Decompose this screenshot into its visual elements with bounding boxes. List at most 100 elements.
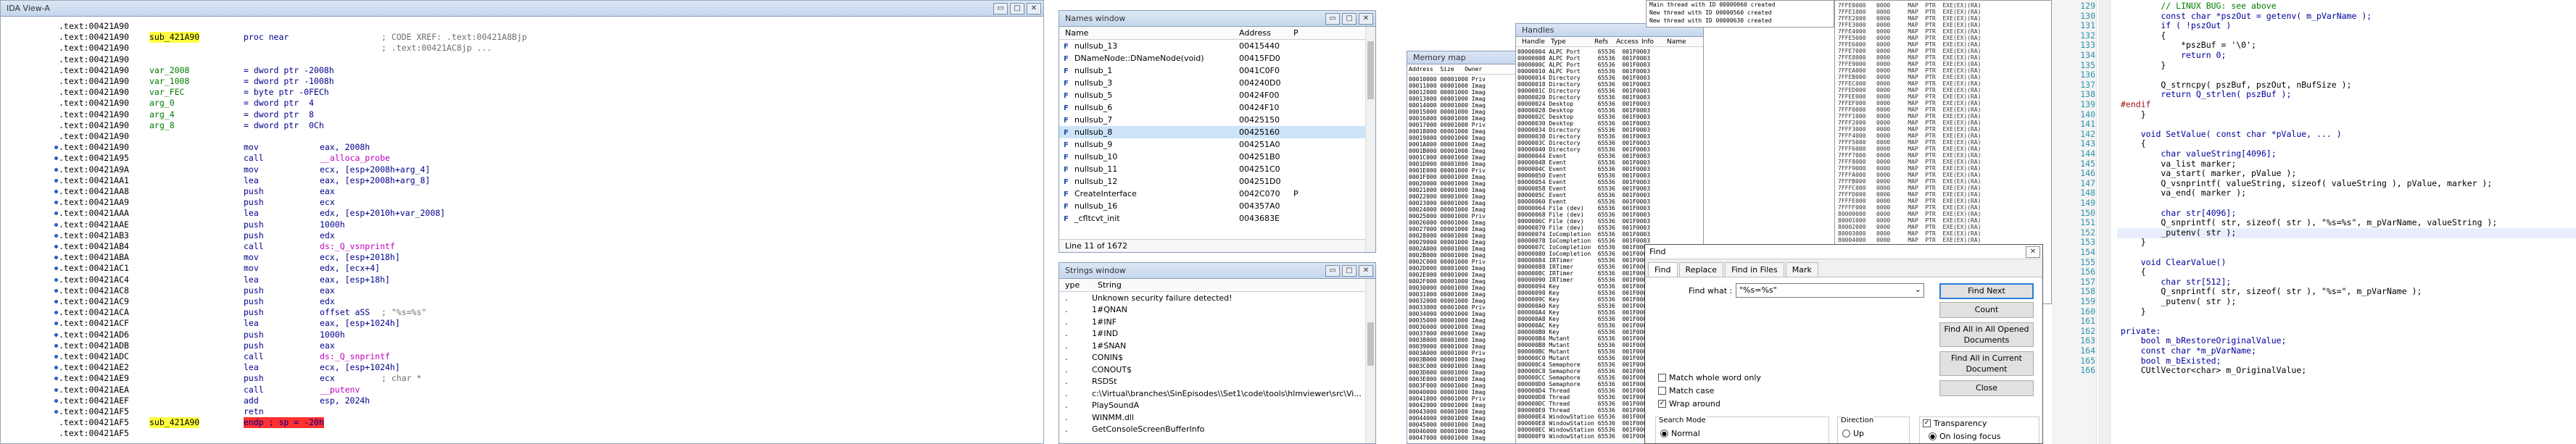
asm-operand[interactable]: 1000h [320, 219, 345, 230]
strings-row[interactable]: . GetConsoleScreenBufferInfo [1059, 424, 1375, 436]
strings-row[interactable]: . RSDSt [1059, 376, 1375, 388]
names-row[interactable]: Fnullsub_10 004251B0 [1059, 151, 1375, 163]
handles-col-info[interactable]: Info [1636, 38, 1661, 46]
strings-row[interactable]: . 1#SNAN [1059, 340, 1375, 352]
code-line[interactable]: va_start( marker, pValue ); [2121, 169, 2296, 179]
asm-label[interactable]: arg_8 [149, 120, 175, 131]
transparency-losing-focus-radio[interactable]: ● On losing focus [1929, 432, 2001, 441]
asm-operand[interactable]: edx [320, 230, 335, 241]
code-line[interactable]: bool m_bExisted; [2121, 356, 2221, 366]
asm-label[interactable]: var_2008 [149, 65, 189, 76]
asm-operand[interactable]: eax, [esp+18h] [320, 275, 390, 285]
close-button[interactable]: Close [1939, 380, 2034, 396]
strings-scrollbar[interactable] [1365, 279, 1375, 443]
names-row[interactable]: F _cfltcvt_init 0043683E [1059, 212, 1375, 225]
asm-label[interactable]: sub_421A90 [149, 417, 200, 429]
close-icon[interactable]: ✕ [1359, 12, 1373, 25]
search-mode-normal-radio[interactable]: ● Normal [1660, 429, 1700, 438]
code-editor[interactable]: 129 // LINUX BUG: see above 130 const cha… [2052, 0, 2576, 444]
maximize-icon[interactable]: □ [1342, 264, 1357, 277]
transparency-checkbox[interactable]: ✓ Transparency [1923, 419, 1987, 428]
strings-row[interactable]: . 1#IND [1059, 328, 1375, 340]
handles-col-name[interactable]: Name [1661, 38, 1686, 46]
code-line[interactable]: { [2121, 267, 2146, 277]
asm-operand[interactable]: ds:_Q_vsnprintf [320, 241, 395, 252]
code-line[interactable]: } [2121, 109, 2146, 120]
names-col-name[interactable]: Name [1059, 28, 1233, 38]
names-row[interactable]: F CreateInterface 0042C070 P [1059, 188, 1375, 200]
asm-label[interactable]: arg_0 [149, 98, 175, 109]
find-all-current-button[interactable]: Find All in Current Document [1939, 351, 2034, 376]
asm-operand[interactable]: ds:_Q_snprintf [320, 351, 390, 362]
names-row[interactable]: Fnullsub_9 004251A0 [1059, 138, 1375, 151]
asm-operand[interactable]: eax [320, 285, 335, 296]
names-row[interactable]: Fnullsub_13 00415440 [1059, 40, 1375, 52]
names-row[interactable]: Fnullsub_1 0041C0F0 [1059, 64, 1375, 77]
code-line[interactable]: #endif [2121, 99, 2151, 110]
code-line[interactable]: va_end( marker ); [2121, 188, 2246, 198]
code-line[interactable]: const char *pszOut = getenv( m_pVarName … [2121, 11, 2372, 22]
asm-operand[interactable]: edx, [esp+2010h+var_2008] [320, 208, 445, 219]
close-icon[interactable]: ✕ [1027, 2, 1041, 14]
code-line[interactable]: char str[4096]; [2121, 208, 2236, 219]
asm-operand[interactable]: eax, [esp+2008h+arg_8] [320, 175, 430, 186]
code-line[interactable]: char str[512]; [2121, 277, 2231, 288]
names-scrollbar[interactable] [1365, 27, 1375, 252]
asm-operand[interactable]: 1000h [320, 330, 345, 340]
code-line[interactable]: Q_strncpy( pszBuf, pszOut, nBufSize ); [2121, 80, 2351, 91]
asm-operand[interactable]: ecx, [esp+2008h+arg_4] [320, 164, 430, 175]
code-line[interactable]: void SetValue( const char *pValue, ... ) [2121, 129, 2342, 140]
code-line[interactable]: } [2121, 238, 2146, 248]
asm-operand[interactable]: ecx [320, 197, 335, 208]
match-whole-word-checkbox[interactable]: Match whole word only [1658, 373, 1761, 382]
asm-operand[interactable]: ecx, [esp+1024h] [320, 362, 400, 373]
asm-operand[interactable]: edx, [ecx+4] [320, 263, 380, 274]
chevron-down-icon[interactable]: ⌄ [1915, 285, 1921, 294]
names-row[interactable]: Fnullsub_7 00425150 [1059, 114, 1375, 126]
names-row[interactable]: Fnullsub_3 004240D0 [1059, 77, 1375, 89]
names-row[interactable]: Fnullsub_6 00424F10 [1059, 101, 1375, 114]
code-line[interactable]: return Q_strlen( pszBuf ); [2121, 90, 2291, 100]
code-line[interactable]: { [2121, 30, 2166, 41]
handles-col-handle[interactable]: Handle [1516, 38, 1545, 46]
code-line[interactable]: _putenv( str ); [2121, 227, 2236, 238]
strings-row[interactable]: . CONIN$ [1059, 352, 1375, 364]
count-button[interactable]: Count [1939, 302, 2034, 318]
tab-replace[interactable]: Replace [1678, 262, 1724, 277]
code-line[interactable]: void ClearValue() [2121, 257, 2227, 268]
restore-icon[interactable]: ▭ [993, 2, 1008, 14]
strings-col-string[interactable]: String [1092, 280, 1122, 290]
restore-icon[interactable]: ▭ [1325, 12, 1340, 25]
strings-row[interactable]: . c:\Virtual\branches\SinEpisodes\\Set1\c… [1059, 388, 1375, 400]
asm-operand[interactable]: offset aSS [320, 307, 370, 318]
close-icon[interactable]: ✕ [2026, 246, 2040, 258]
asm-label[interactable]: sub_421A90 [149, 32, 200, 43]
code-line[interactable]: char valueString[4096]; [2121, 148, 2276, 159]
names-row[interactable]: Fnullsub_12 004251D0 [1059, 175, 1375, 188]
restore-icon[interactable]: ▭ [1325, 264, 1340, 277]
names-col-p[interactable]: P [1288, 28, 1299, 38]
maximize-icon[interactable]: □ [1342, 12, 1357, 25]
asm-operand[interactable]: eax, [esp+1024h] [320, 318, 400, 329]
code-line[interactable]: *pszBuf = '\0'; [2121, 41, 2256, 51]
maximize-icon[interactable]: □ [1010, 2, 1024, 14]
names-row[interactable]: F DNameNode::DNameNode(void) 00415FD0 [1059, 52, 1375, 64]
asm-operand[interactable]: edx [320, 296, 335, 307]
code-line[interactable]: { [2121, 139, 2146, 149]
code-line[interactable]: CUtlVector<char> m_OriginalValue; [2121, 366, 2307, 376]
close-icon[interactable]: ✕ [1359, 264, 1373, 277]
strings-col-type[interactable]: ype [1059, 280, 1092, 290]
code-line[interactable]: _putenv( str ); [2121, 296, 2236, 307]
names-col-address[interactable]: Address [1233, 28, 1288, 38]
strings-row[interactable]: . WINMM.dll [1059, 411, 1375, 424]
ida-disassembly[interactable]: .text:00421A90 .text:00421A90 sub_421A90 pr… [1, 17, 1043, 443]
names-row[interactable]: Fnullsub_8 00425160 [1059, 126, 1375, 138]
code-line[interactable]: } [2121, 60, 2166, 71]
direction-up-radio[interactable]: Up [1842, 429, 1864, 438]
find-next-button[interactable]: Find Next [1939, 283, 2034, 299]
strings-row[interactable]: . Unknown security failure detected! [1059, 292, 1375, 304]
code-line[interactable]: // LINUX BUG: see above [2121, 1, 2276, 12]
code-line[interactable]: private: [2121, 326, 2161, 337]
code-line[interactable]: bool m_bRestoreOriginalValue; [2121, 336, 2287, 346]
code-line[interactable]: } [2121, 306, 2146, 317]
